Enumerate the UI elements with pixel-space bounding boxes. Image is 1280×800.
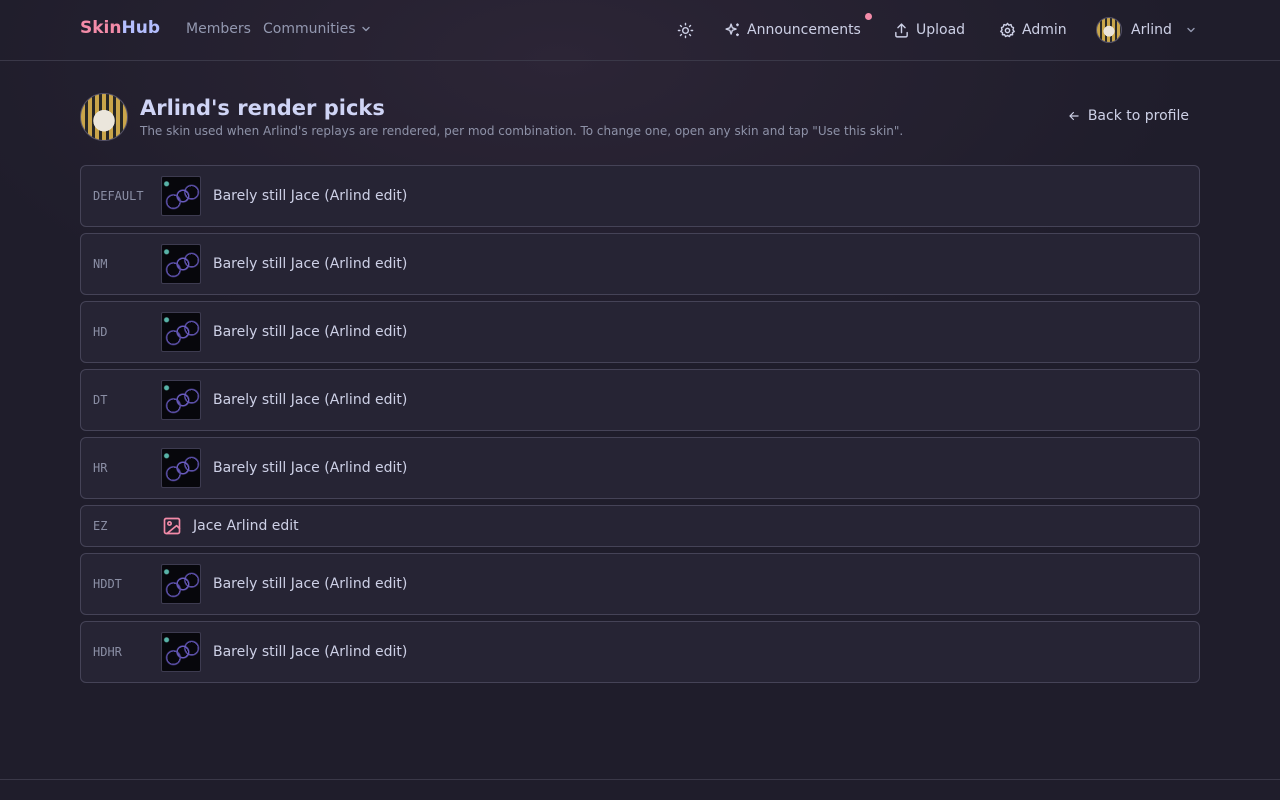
skin-thumbnail — [161, 312, 201, 352]
user-menu-button[interactable]: Arlind — [1096, 16, 1197, 44]
theme-toggle-button[interactable] — [677, 18, 694, 42]
skin-name[interactable]: Barely still Jace (Arlind edit) — [213, 644, 407, 660]
pick-row-default[interactable]: DEFAULT Barely still Jace (Arlind edit) — [80, 165, 1200, 227]
skin-thumbnail — [161, 380, 201, 420]
back-to-profile-label: Back to profile — [1087, 108, 1189, 124]
mod-label: HD — [93, 325, 108, 339]
brand-part-skin: Skin — [80, 18, 122, 38]
skin-name[interactable]: Barely still Jace (Arlind edit) — [213, 460, 407, 476]
user-avatar — [1096, 17, 1122, 43]
gear-icon — [1000, 22, 1015, 37]
mod-label: NM — [93, 257, 108, 271]
pick-row-hr[interactable]: HR Barely still Jace (Arlind edit) — [80, 437, 1200, 499]
nav-communities-label: Communities — [263, 21, 356, 37]
upload-button[interactable]: Upload — [893, 18, 965, 42]
notification-dot — [865, 13, 872, 20]
chevron-down-icon — [1187, 27, 1195, 33]
pick-row-hddt[interactable]: HDDT Barely still Jace (Arlind edit) — [80, 553, 1200, 615]
nav-communities-dropdown[interactable]: Communities — [263, 21, 372, 37]
user-name-label: Arlind — [1131, 22, 1172, 38]
brand-logo[interactable]: SkinHub — [80, 18, 160, 38]
mod-label: HDHR — [93, 645, 122, 659]
upload-icon — [895, 22, 908, 38]
footer-divider — [0, 779, 1280, 780]
admin-button[interactable]: Admin — [999, 18, 1067, 42]
pick-row-ez[interactable]: EZ Jace Arlind edit — [80, 505, 1200, 547]
mod-label: HDDT — [93, 577, 122, 591]
pick-row-dt[interactable]: DT Barely still Jace (Arlind edit) — [80, 369, 1200, 431]
pick-row-hdhr[interactable]: HDHR Barely still Jace (Arlind edit) — [80, 621, 1200, 683]
skin-thumbnail — [161, 448, 201, 488]
top-nav: SkinHub Members Communities Announcement… — [0, 0, 1280, 61]
skin-name[interactable]: Barely still Jace (Arlind edit) — [213, 256, 407, 272]
render-picks-list: DEFAULT Barely still Jace (Arlind edit) … — [80, 165, 1200, 689]
pick-row-nm[interactable]: NM Barely still Jace (Arlind edit) — [80, 233, 1200, 295]
image-icon — [163, 517, 181, 535]
back-to-profile-link[interactable]: Back to profile — [1067, 108, 1189, 124]
page-subtitle: The skin used when Arlind's replays are … — [140, 124, 904, 138]
skin-thumbnail — [161, 564, 201, 604]
mod-label: DT — [93, 393, 108, 407]
upload-label: Upload — [916, 22, 966, 38]
announcements-button[interactable]: Announcements — [724, 18, 861, 42]
mod-label: EZ — [93, 519, 108, 533]
page-title: Arlind's render picks — [140, 96, 385, 120]
profile-avatar — [80, 93, 128, 141]
pick-row-hd[interactable]: HD Barely still Jace (Arlind edit) — [80, 301, 1200, 363]
mod-label: DEFAULT — [93, 189, 144, 203]
skin-name[interactable]: Barely still Jace (Arlind edit) — [213, 576, 407, 592]
admin-label: Admin — [1022, 22, 1067, 38]
skin-name[interactable]: Barely still Jace (Arlind edit) — [213, 392, 407, 408]
skin-thumbnail — [161, 632, 201, 672]
skin-thumbnail — [161, 176, 201, 216]
nav-members-label: Members — [186, 21, 251, 37]
skin-name[interactable]: Barely still Jace (Arlind edit) — [213, 324, 407, 340]
brand-part-hub: Hub — [121, 18, 160, 38]
skin-thumbnail — [161, 244, 201, 284]
announcements-label: Announcements — [747, 22, 861, 38]
sparkles-icon — [725, 22, 739, 36]
mod-label: HR — [93, 461, 108, 475]
nav-members-link[interactable]: Members — [186, 21, 251, 37]
skin-name[interactable]: Jace Arlind edit — [193, 518, 299, 534]
skin-name[interactable]: Barely still Jace (Arlind edit) — [213, 188, 407, 204]
chevron-down-icon — [361, 26, 370, 32]
sun-icon — [677, 22, 694, 38]
arrow-left-icon — [1069, 111, 1079, 121]
